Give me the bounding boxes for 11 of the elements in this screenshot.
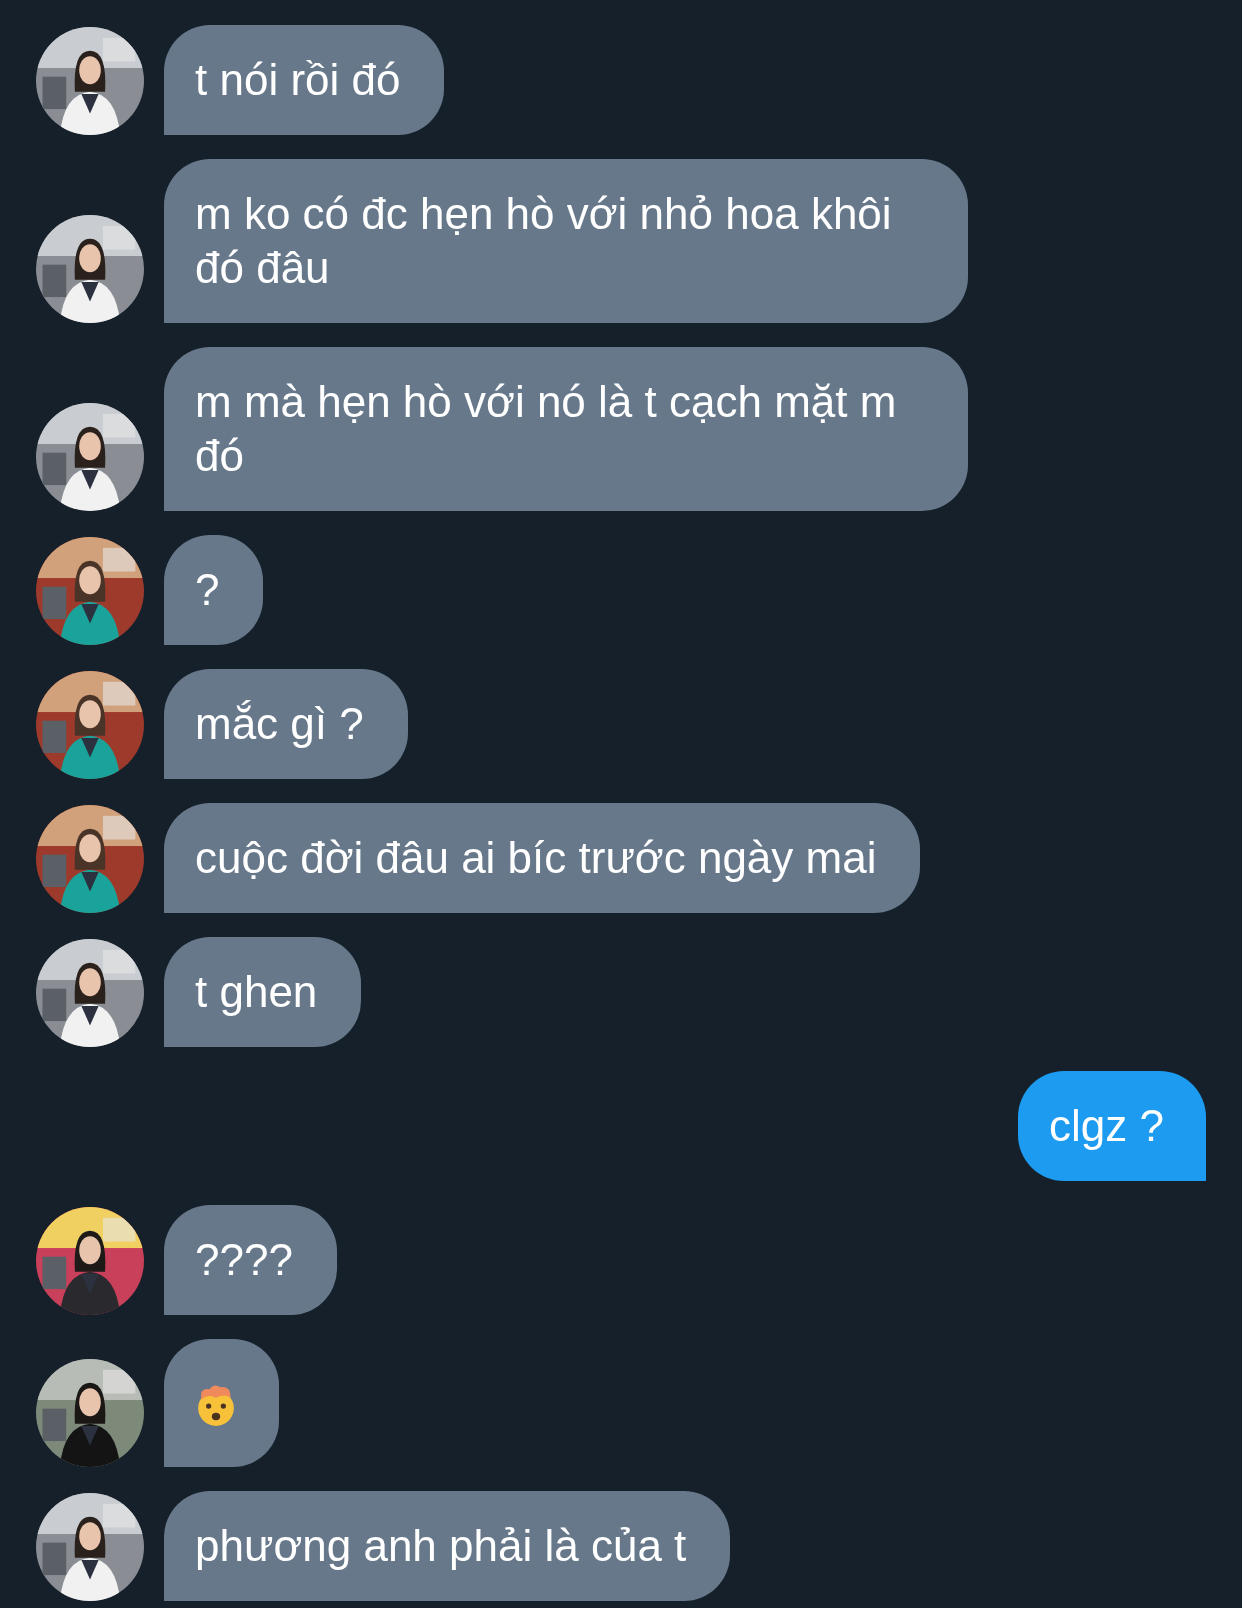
message-bubble: mắc gì ? [164, 669, 408, 779]
exploding-head-icon [195, 1383, 237, 1427]
message-bubble: t ghen [164, 937, 362, 1047]
message-bubble: m mà hẹn hò với nó là t cạch mặt m đó [164, 347, 968, 511]
message-bubble: cuộc đời đâu ai bíc trước ngày mai [164, 803, 921, 913]
message-bubble: ? [164, 535, 264, 645]
message-bubble: ???? [164, 1205, 337, 1315]
message-bubble: phương anh phải là của t [164, 1491, 731, 1601]
message-bubble: m ko có đc hẹn hò với nhỏ hoa khôi đó đâu [164, 159, 968, 323]
message-bubble: clgz ? [1018, 1071, 1206, 1181]
message-bubble: t nói rồi đó [164, 25, 445, 135]
